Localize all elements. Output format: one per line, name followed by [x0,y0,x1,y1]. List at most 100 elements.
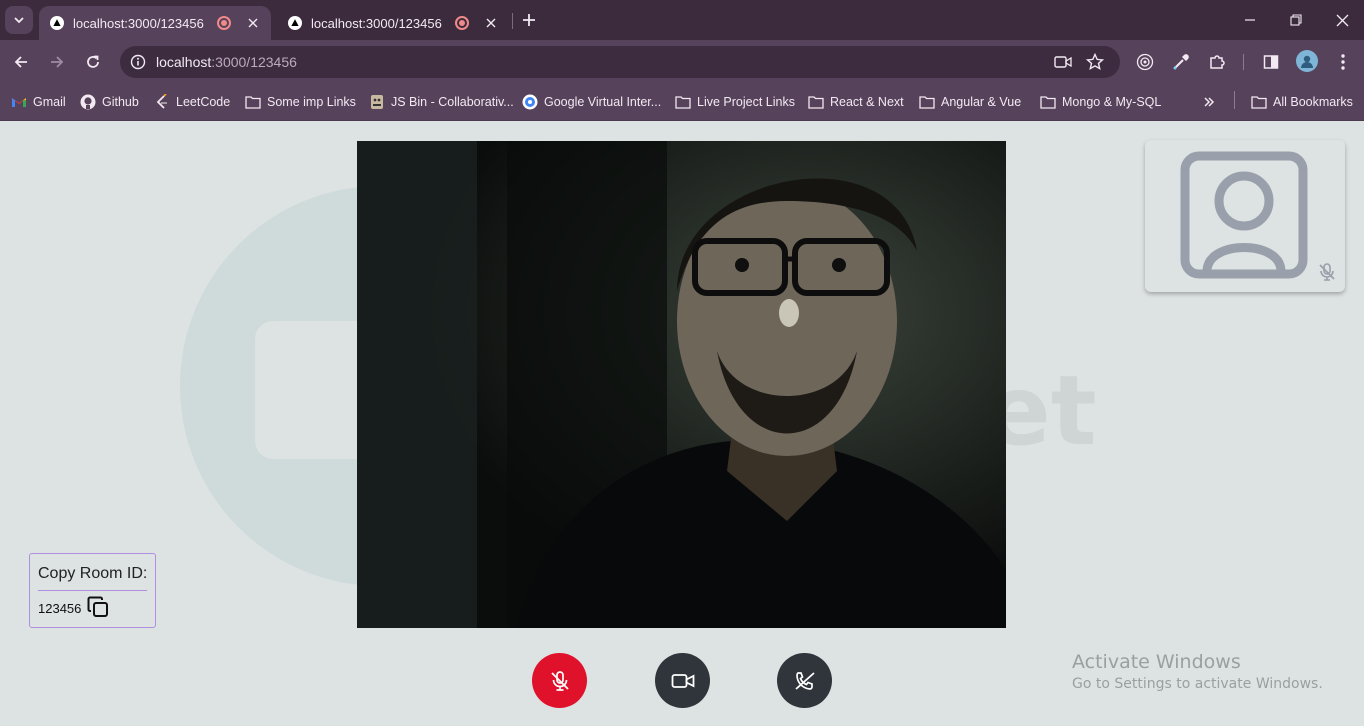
nextjs-favicon-icon [49,15,65,31]
forward-button[interactable] [45,50,69,74]
copy-room-id-label: Copy Room ID: [38,565,148,582]
google-icon [522,94,538,110]
camera-in-use-icon[interactable] [1053,52,1073,72]
bookmark-label: Gmail [33,95,66,109]
meeting-page: Meet [0,121,1364,726]
bookmark-leetcode[interactable]: LeetCode [154,92,230,112]
reload-button[interactable] [81,50,105,74]
toolbar-divider [1243,54,1244,70]
nextjs-favicon-icon [287,15,303,31]
profile-avatar[interactable] [1296,50,1318,72]
url-path: :3000/123456 [211,54,297,70]
color-picker-button[interactable] [1169,50,1193,74]
all-bookmarks-label: All Bookmarks [1273,95,1353,109]
side-panel-icon [1263,55,1279,69]
tab-title: localhost:3000/123456 [311,15,442,31]
minimize-icon [1245,19,1255,21]
bookmark-folder-mongo-mysql[interactable]: Mongo & My-SQL [1040,92,1161,112]
back-button[interactable] [9,50,33,74]
address-bar[interactable]: localhost:3000/123456 [120,46,1120,78]
tab-divider [512,13,513,29]
url-host: localhost [156,54,212,70]
bookmark-label: Angular & Vue [941,95,1022,109]
gmail-icon [11,94,27,110]
arrow-right-icon [51,56,64,68]
chevron-down-icon [14,17,24,24]
recording-indicator-icon [217,16,231,30]
browser-menu-button[interactable] [1331,50,1355,74]
video-feed [357,141,1006,628]
recording-indicator-icon [455,16,469,30]
new-tab-button[interactable] [518,9,540,31]
leave-call-button[interactable] [777,653,832,708]
github-icon [80,94,96,110]
target-icon [1136,53,1154,71]
phone-hangup-icon [794,671,815,690]
bookmark-label: Live Project Links [697,95,795,109]
profile-icon [1301,55,1313,68]
plus-icon [523,14,535,26]
bookmark-label: Some imp Links [267,95,356,109]
room-id-card: Copy Room ID: 123456 [29,553,156,628]
tab-search-button[interactable] [5,6,33,34]
user-placeholder-icon [1180,151,1308,279]
mic-off-icon [1319,263,1335,281]
bookmark-folder-angular-vue[interactable]: Angular & Vue [919,92,1021,112]
copy-icon[interactable] [86,595,110,619]
tab-strip: localhost:3000/123456 localhost:3000/123… [0,0,1364,40]
url-text: localhost:3000/123456 [156,54,297,70]
restore-button[interactable] [1284,8,1308,32]
reload-icon [87,55,99,68]
folder-icon [245,94,261,110]
room-id-value: 123456 [38,601,82,616]
browser-toolbar: localhost:3000/123456 [0,40,1364,84]
all-bookmarks-button[interactable]: All Bookmarks [1251,92,1353,112]
puzzle-icon [1210,55,1225,69]
folder-icon [1251,94,1267,110]
bookmark-label: Mongo & My-SQL [1062,95,1162,109]
tab-close-icon[interactable] [483,15,499,31]
chevron-double-right-icon [1204,97,1215,107]
remote-video [357,141,1006,628]
self-video-tile [1145,140,1345,292]
bookmark-label: JS Bin - Collaborativ... [391,95,514,109]
tab-1[interactable]: localhost:3000/123456 [39,6,271,40]
leetcode-icon [154,94,170,110]
bookmark-folder-some-imp-links[interactable]: Some imp Links [245,92,356,112]
watermark-subtitle: Go to Settings to activate Windows. [1072,676,1323,692]
more-vertical-icon [1341,54,1345,70]
site-info-icon[interactable] [128,52,148,72]
bookmarks-divider [1234,91,1235,109]
bookmark-label: React & Next [830,95,904,109]
window-close-button[interactable] [1330,8,1354,32]
toggle-mic-button[interactable] [532,653,587,708]
folder-icon [675,94,691,110]
bookmark-google-virtual-interview[interactable]: Google Virtual Inter... [522,92,661,112]
tab-2[interactable]: localhost:3000/123456 [277,6,509,40]
minimize-button[interactable] [1238,8,1262,32]
folder-icon [919,94,935,110]
folder-icon [1040,94,1056,110]
bookmarks-bar: Gmail Github LeetCode Some imp Links JS … [0,84,1364,121]
bookmark-jsbin[interactable]: JS Bin - Collaborativ... [369,92,514,112]
bookmark-gmail[interactable]: Gmail [11,92,66,112]
tab-close-icon[interactable] [245,15,261,31]
close-icon [1336,14,1348,26]
tab-title: localhost:3000/123456 [73,15,204,31]
bookmarks-overflow-button[interactable] [1203,92,1215,112]
extensions-button[interactable] [1205,50,1229,74]
folder-icon [808,94,824,110]
side-panel-button[interactable] [1259,50,1283,74]
bookmark-label: Github [102,95,139,109]
bookmark-github[interactable]: Github [80,92,139,112]
restore-icon [1290,14,1302,26]
divider [38,590,147,591]
media-controls-button[interactable] [1133,50,1157,74]
bookmark-star-icon[interactable] [1085,52,1105,72]
bookmark-folder-live-project-links[interactable]: Live Project Links [675,92,795,112]
bookmark-folder-react-next[interactable]: React & Next [808,92,904,112]
toggle-camera-button[interactable] [655,653,710,708]
windows-activation-watermark: Activate Windows Go to Settings to activ… [1072,651,1323,692]
bookmark-label: LeetCode [176,95,231,109]
jsbin-icon [369,94,385,110]
